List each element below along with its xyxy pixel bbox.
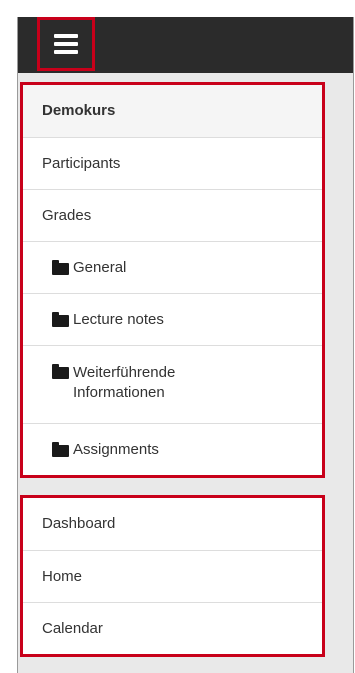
- nav-folder-label: Lecture notes: [73, 311, 164, 328]
- nav-item-dashboard[interactable]: Dashboard: [23, 498, 322, 550]
- folder-icon: [52, 442, 69, 457]
- top-navbar: [18, 17, 353, 73]
- nav-folder-assignments[interactable]: Assignments: [23, 423, 322, 475]
- folder-icon: [52, 364, 69, 379]
- hamburger-menu-button[interactable]: [37, 17, 95, 71]
- hamburger-menu-icon: [54, 34, 78, 54]
- nav-folder-weiterfuehrende-informationen[interactable]: Weiterführende Informationen: [23, 345, 322, 423]
- course-navigation-panel: Demokurs Participants Grades General Lec…: [20, 82, 325, 478]
- nav-item-calendar[interactable]: Calendar: [23, 602, 322, 654]
- nav-item-participants[interactable]: Participants: [23, 137, 322, 189]
- nav-folder-label: Weiterführende Informationen: [73, 364, 176, 401]
- nav-folder-label: Assignments: [73, 441, 159, 458]
- course-header-demokurs[interactable]: Demokurs: [23, 85, 322, 137]
- nav-item-grades[interactable]: Grades: [23, 189, 322, 241]
- site-navigation-panel: Dashboard Home Calendar: [20, 495, 325, 657]
- folder-icon: [52, 312, 69, 327]
- nav-folder-general[interactable]: General: [23, 241, 322, 293]
- nav-item-home[interactable]: Home: [23, 550, 322, 602]
- folder-icon: [52, 260, 69, 275]
- nav-folder-lecture-notes[interactable]: Lecture notes: [23, 293, 322, 345]
- nav-folder-label: General: [73, 259, 127, 276]
